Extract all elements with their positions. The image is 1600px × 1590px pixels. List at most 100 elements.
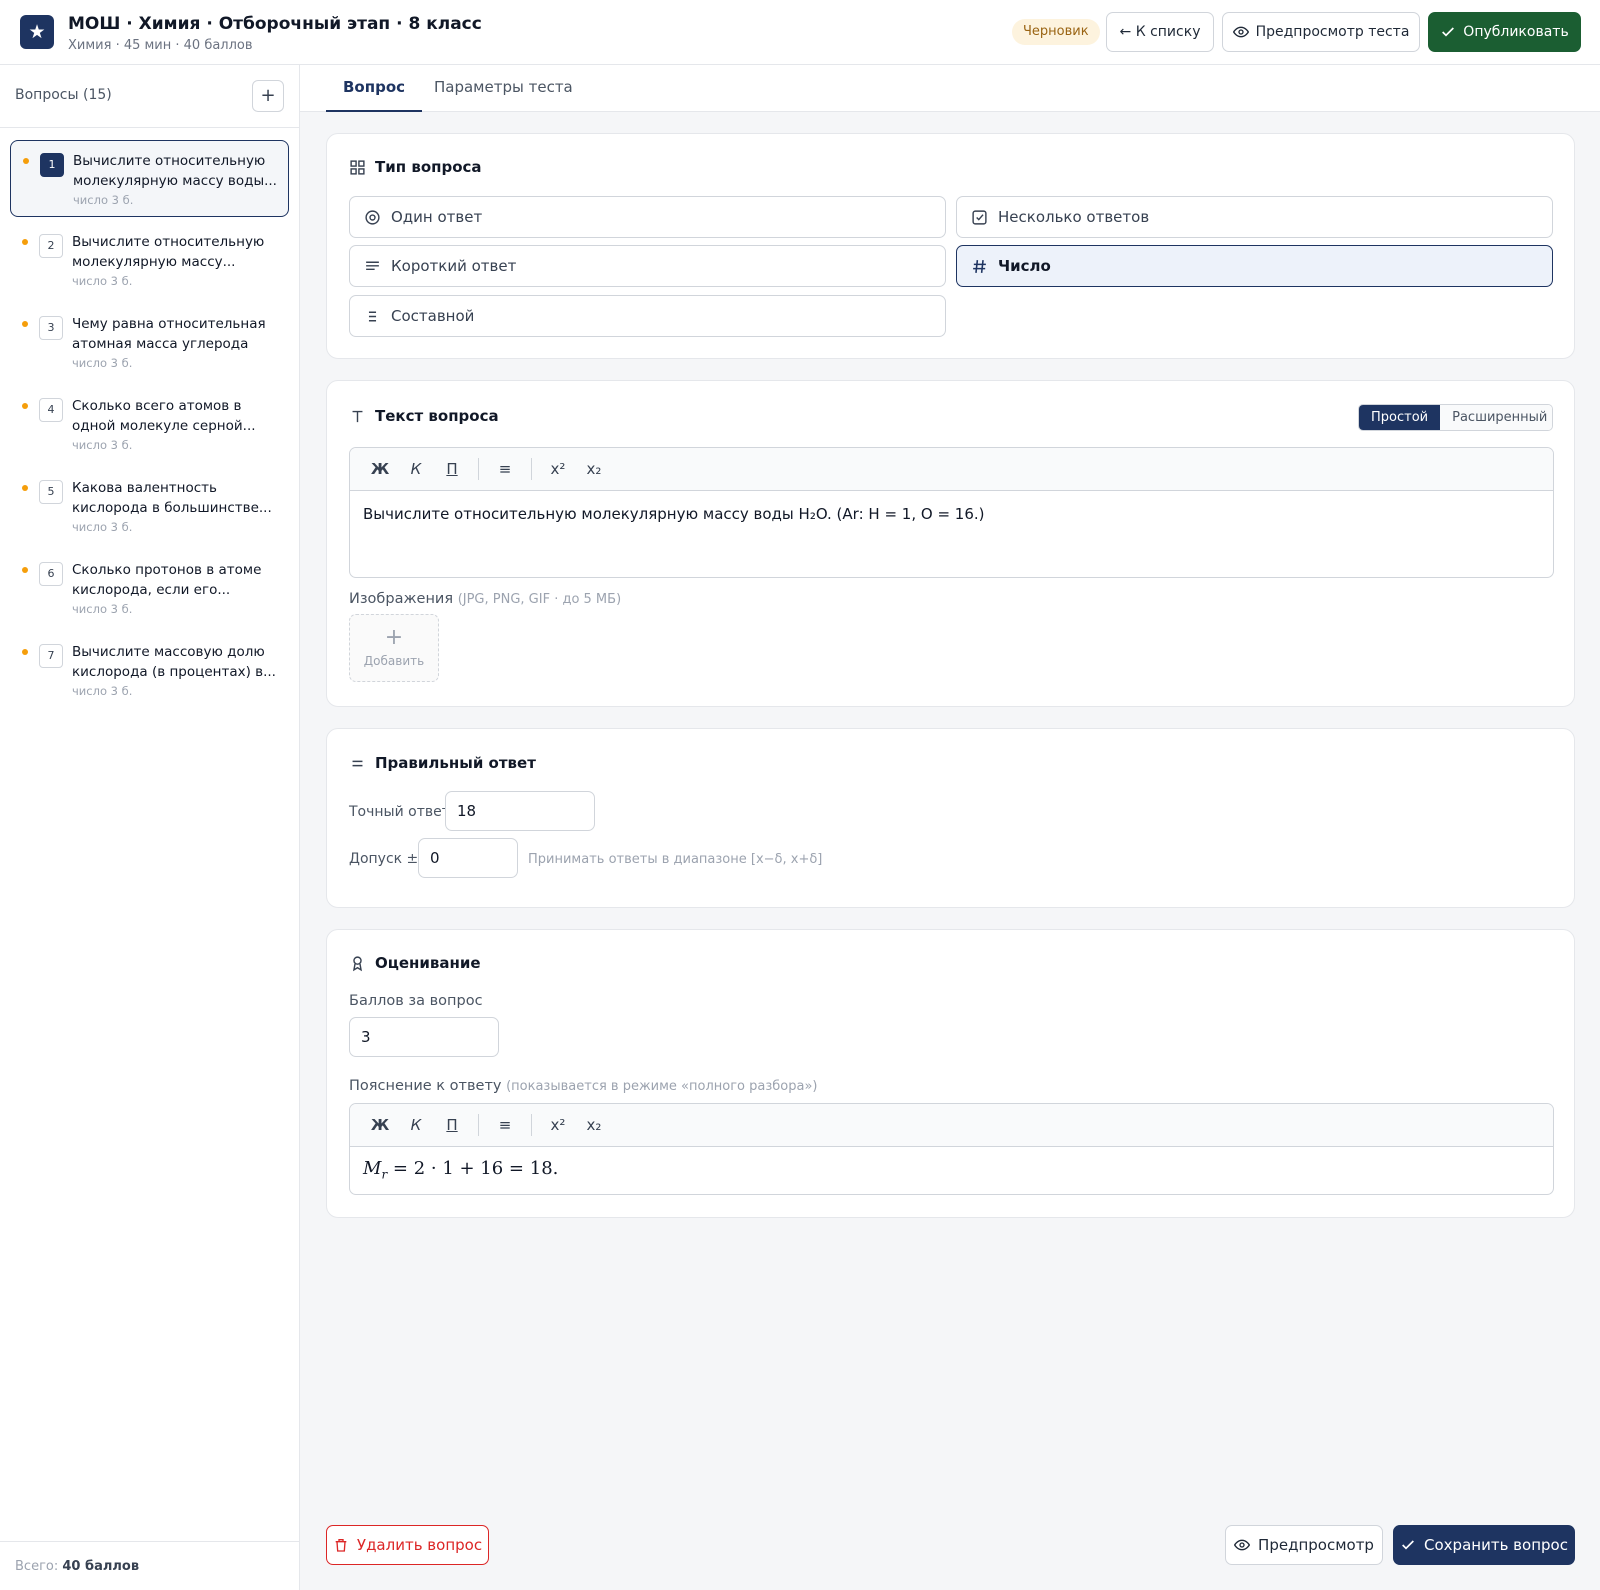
add-question-button[interactable]: + <box>252 80 284 112</box>
type-multiple-answers[interactable]: Несколько ответов <box>956 196 1553 238</box>
equals-icon <box>352 760 363 766</box>
question-preview-text: Вычислите относительную молекулярную мас… <box>73 153 277 189</box>
toolbar-divider <box>478 1114 479 1136</box>
question-text-title: Текст вопроса <box>349 407 499 425</box>
delete-question-button[interactable]: Удалить вопрос <box>326 1525 489 1565</box>
subscript-button[interactable]: x₂ <box>576 1116 612 1134</box>
math-symbol: M <box>363 1158 382 1179</box>
add-image-button[interactable]: + Добавить <box>349 614 439 682</box>
toolbar-divider <box>531 1114 532 1136</box>
type-short-answer[interactable]: Короткий ответ <box>349 245 946 287</box>
type-composite[interactable]: Составной <box>349 295 946 337</box>
grading-title: Оценивание <box>349 954 481 972</box>
unsaved-dot <box>22 239 28 245</box>
back-to-list-button[interactable]: ← К списку <box>1106 12 1214 52</box>
underline-button[interactable]: П <box>434 1116 470 1134</box>
tab-test-settings[interactable]: Параметры теста <box>417 65 590 112</box>
editor-tabs: Вопрос Параметры теста <box>300 65 1600 112</box>
list-icon <box>368 311 377 321</box>
test-title: МОШ · Химия · Отборочный этап · 8 класс <box>68 14 482 34</box>
grading-card: Оценивание Баллов за вопрос 3 Пояснение … <box>326 929 1575 1218</box>
question-meta: число 3 б. <box>72 438 133 452</box>
tab-question[interactable]: Вопрос <box>326 65 423 112</box>
type-option-label: Один ответ <box>391 208 483 226</box>
question-number: 5 <box>39 480 63 504</box>
preview-question-button[interactable]: Предпросмотр <box>1225 1525 1383 1565</box>
question-list-item[interactable]: 7 Вычислите массовую долю кислорода (в п… <box>10 632 289 709</box>
question-type-title: Тип вопроса <box>349 158 482 176</box>
type-option-label: Число <box>998 257 1051 275</box>
question-preview-text: Вычислите относительную молекулярную мас… <box>72 234 265 270</box>
italic-button[interactable]: К <box>398 460 434 478</box>
total-points: Всего: 40 баллов <box>15 1559 139 1574</box>
type-option-label: Несколько ответов <box>998 208 1150 226</box>
type-single-answer[interactable]: Один ответ <box>349 196 946 238</box>
list-button[interactable]: ≡ <box>487 460 523 478</box>
eye-icon <box>1232 26 1249 38</box>
explanation-content[interactable]: Mr = 2 · 1 + 16 = 18. <box>350 1147 1553 1194</box>
publish-button[interactable]: Опубликовать <box>1428 12 1581 52</box>
question-list-item[interactable]: 1 Вычислите относительную молекулярную м… <box>10 140 289 217</box>
mode-simple-button[interactable]: Простой <box>1359 405 1441 430</box>
eye-icon <box>1234 1539 1251 1551</box>
question-list-item[interactable]: 4 Сколько всего атомов в одной молекуле … <box>10 386 289 463</box>
editor-mode-switch: Простой Расширенный <box>1358 404 1553 431</box>
top-header: ★ МОШ · Химия · Отборочный этап · 8 клас… <box>0 0 1600 65</box>
question-text-content[interactable]: Вычислите относительную молекулярную мас… <box>350 491 1553 537</box>
question-number: 6 <box>39 562 63 586</box>
question-text-editor: Ж К П ≡ x² x₂ Вычислите относительную мо… <box>349 447 1554 578</box>
question-preview-text: Чему равна относительная атомная масса у… <box>72 316 266 352</box>
question-list-item[interactable]: 2 Вычислите относительную молекулярную м… <box>10 222 289 299</box>
preview-test-label: Предпросмотр теста <box>1255 24 1410 40</box>
explanation-hint: (показывается в режиме «полного разбора»… <box>506 1079 818 1094</box>
bold-button[interactable]: Ж <box>362 460 398 478</box>
question-type-label: Тип вопроса <box>375 158 482 176</box>
question-list-item[interactable]: 3 Чему равна относительная атомная масса… <box>10 304 289 381</box>
question-number: 4 <box>39 398 63 422</box>
check-icon <box>1402 1540 1414 1550</box>
test-subtitle: Химия · 45 мин · 40 баллов <box>68 38 253 53</box>
superscript-button[interactable]: x² <box>540 460 576 478</box>
question-meta: число 3 б. <box>73 193 134 207</box>
question-preview-text: Какова валентность кислорода в большинст… <box>72 480 272 516</box>
unsaved-dot <box>22 649 28 655</box>
question-number: 1 <box>40 153 64 177</box>
type-number[interactable]: Число <box>956 245 1553 287</box>
exact-answer-input[interactable]: 18 <box>445 791 595 831</box>
subscript-button[interactable]: x₂ <box>576 460 612 478</box>
tolerance-hint: Принимать ответы в диапазоне [x−δ, x+δ] <box>528 852 823 867</box>
sidebar-footer: Всего: 40 баллов <box>0 1541 299 1590</box>
question-meta: число 3 б. <box>72 602 133 616</box>
question-number: 7 <box>39 644 63 668</box>
text-lines-icon <box>366 261 379 270</box>
preview-test-button[interactable]: Предпросмотр теста <box>1222 12 1420 52</box>
award-icon <box>352 955 363 971</box>
question-number: 2 <box>39 234 63 258</box>
question-number: 3 <box>39 316 63 340</box>
superscript-button[interactable]: x² <box>540 1116 576 1134</box>
preview-question-label: Предпросмотр <box>1258 1536 1374 1554</box>
correct-answer-card: Правильный ответ Точный ответ 18 Допуск … <box>326 728 1575 908</box>
sidebar-header: Вопросы (15) + <box>0 65 299 128</box>
type-option-label: Короткий ответ <box>391 257 517 275</box>
correct-answer-title: Правильный ответ <box>349 754 536 772</box>
save-question-button[interactable]: Сохранить вопрос <box>1393 1525 1575 1565</box>
question-list-item[interactable]: 5 Какова валентность кислорода в большин… <box>10 468 289 545</box>
underline-button[interactable]: П <box>434 460 470 478</box>
hash-icon <box>973 259 986 273</box>
list-button[interactable]: ≡ <box>487 1116 523 1134</box>
points-label: Баллов за вопрос <box>349 993 483 1009</box>
tolerance-input[interactable]: 0 <box>418 838 518 878</box>
question-type-card: Тип вопроса Один ответ Несколько ответов… <box>326 133 1575 359</box>
italic-button[interactable]: К <box>398 1116 434 1134</box>
images-label-text: Изображения <box>349 591 454 607</box>
points-input[interactable]: 3 <box>349 1017 499 1057</box>
publish-label: Опубликовать <box>1463 24 1569 40</box>
question-list-item[interactable]: 6 Сколько протонов в атоме кислорода, ес… <box>10 550 289 627</box>
grid-icon <box>350 159 365 175</box>
mode-advanced-button[interactable]: Расширенный <box>1440 405 1552 430</box>
bold-button[interactable]: Ж <box>362 1116 398 1134</box>
images-hint: (JPG, PNG, GIF · до 5 МБ) <box>457 592 622 607</box>
status-badge: Черновик <box>1012 19 1100 45</box>
delete-question-label: Удалить вопрос <box>356 1536 483 1554</box>
